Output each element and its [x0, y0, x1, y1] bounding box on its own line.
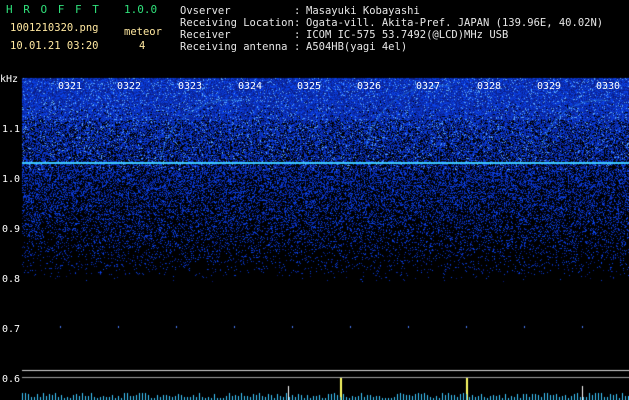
receiver-label: Receiver: [180, 29, 231, 41]
file-name: 1001210320.png: [10, 22, 99, 34]
ytick-1-0: 1.0: [2, 174, 21, 185]
axis-unit: kHz: [0, 74, 19, 85]
time-label: 0323: [178, 81, 203, 92]
time-label: 0327: [416, 81, 441, 92]
app-title: H R O F F T: [6, 3, 101, 16]
observer-colon: :: [294, 5, 301, 17]
antenna-label: Receiving antenna: [180, 41, 288, 53]
location-label: Receiving Location: [180, 17, 294, 29]
time-label: 0330: [596, 81, 621, 92]
observer-value: Masayuki Kobayashi: [306, 5, 420, 17]
antenna-value: A504HB(yagi 4el): [306, 41, 408, 53]
file-datetime: 10.01.21 03:20: [10, 40, 99, 52]
receiver-value: ICOM IC-575 53.7492(@LCD)MHz USB: [306, 29, 509, 41]
detection-count: 4: [139, 40, 146, 52]
observer-label: Ovserver: [180, 5, 231, 17]
ytick-0-6: 0.6: [2, 374, 21, 385]
antenna-colon: :: [294, 41, 301, 53]
time-label: 0322: [117, 81, 142, 92]
ytick-0-7: 0.7: [2, 324, 21, 335]
time-label: 0325: [297, 81, 322, 92]
ytick-1-1: 1.1: [2, 124, 21, 135]
location-colon: :: [294, 17, 301, 29]
time-label: 0324: [238, 81, 263, 92]
ytick-0-9: 0.9: [2, 224, 21, 235]
time-label: 0326: [357, 81, 382, 92]
detection-label: meteor: [124, 26, 162, 38]
app-version: 1.0.0: [124, 3, 158, 16]
location-value: Ogata-vill. Akita-Pref. JAPAN (139.96E, …: [306, 17, 604, 29]
time-label: 0328: [477, 81, 502, 92]
ytick-0-8: 0.8: [2, 274, 21, 285]
time-label: 0321: [58, 81, 83, 92]
time-label: 0329: [537, 81, 562, 92]
receiver-colon: :: [294, 29, 301, 41]
spectrogram-canvas: [0, 0, 629, 400]
